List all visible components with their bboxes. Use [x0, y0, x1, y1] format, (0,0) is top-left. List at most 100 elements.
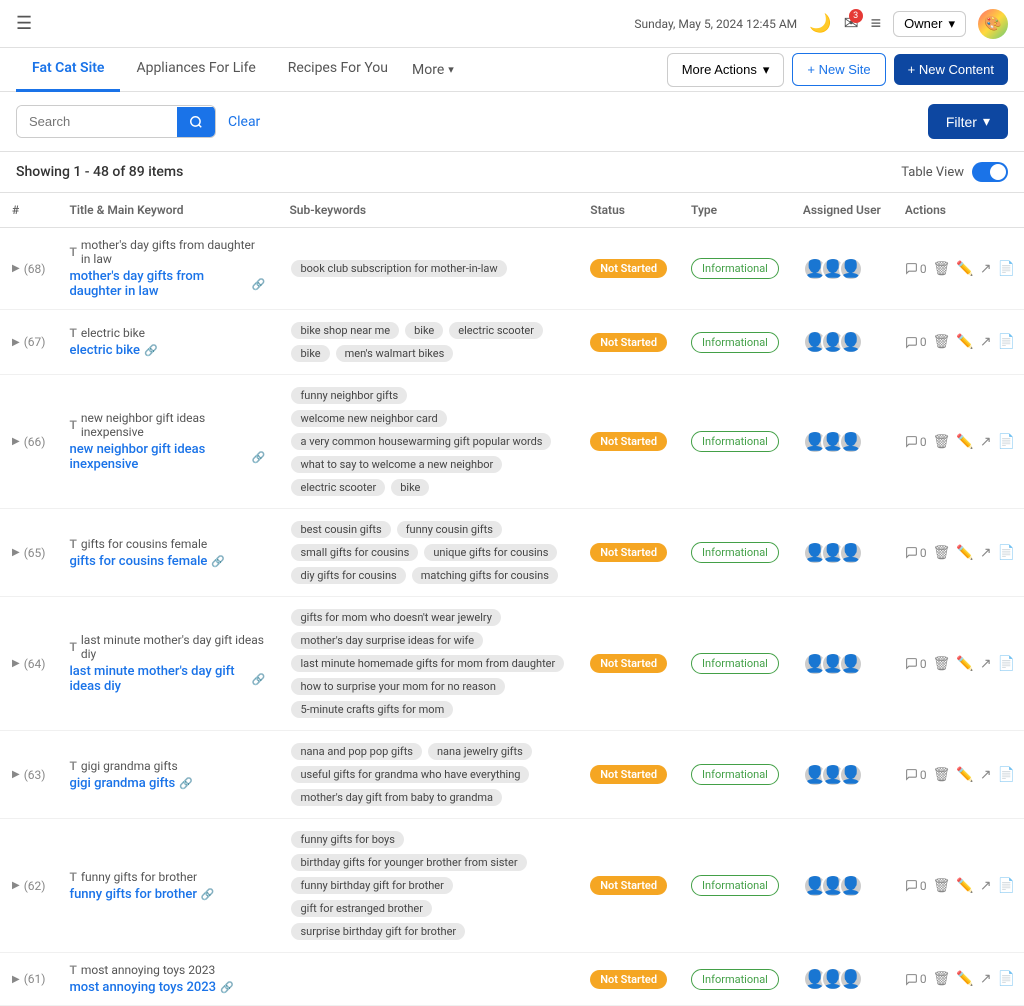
edit-icon[interactable]: ✏️ — [956, 971, 973, 987]
row-status-cell: Not Started — [578, 597, 679, 731]
expand-icon[interactable]: ▶ — [12, 658, 20, 669]
link-icon[interactable]: 🔗 — [252, 278, 266, 291]
delete-icon[interactable]: 🗑 — [933, 334, 951, 350]
expand-icon[interactable]: ▶ — [12, 547, 20, 558]
external-link-icon[interactable]: ↗ — [980, 261, 992, 277]
edit-icon[interactable]: ✏️ — [956, 656, 973, 672]
title-link[interactable]: electric bike 🔗 — [69, 343, 265, 358]
title-type-icon: T — [69, 537, 76, 551]
row-type-cell: Informational — [679, 228, 791, 310]
status-badge: Not Started — [590, 654, 667, 673]
edit-icon[interactable]: ✏️ — [956, 334, 973, 350]
title-link[interactable]: funny gifts for brother 🔗 — [69, 887, 265, 902]
tab-fat-cat-site[interactable]: Fat Cat Site — [16, 48, 120, 92]
keyword-tag: bike shop near me — [291, 322, 399, 339]
link-icon[interactable]: 🔗 — [252, 451, 266, 464]
hamburger-icon[interactable]: ☰ — [16, 13, 32, 34]
tab-appliances[interactable]: Appliances For Life — [120, 48, 271, 92]
delete-icon[interactable]: 🗑 — [933, 434, 951, 450]
row-type-cell: Informational — [679, 953, 791, 1006]
avatar[interactable]: 🎨 — [978, 9, 1008, 39]
col-type: Type — [679, 193, 791, 228]
document-icon[interactable]: 📄 — [998, 261, 1015, 277]
title-link[interactable]: most annoying toys 2023 🔗 — [69, 980, 265, 995]
title-link[interactable]: mother's day gifts from daughter in law … — [69, 269, 265, 299]
title-link[interactable]: gifts for cousins female 🔗 — [69, 554, 265, 569]
top-nav-right: Sunday, May 5, 2024 12:45 AM 🌙 ✉ 3 ≡ Own… — [634, 9, 1008, 39]
row-subkeywords-cell: gifts for mom who doesn't wear jewelrymo… — [277, 597, 578, 731]
document-icon[interactable]: 📄 — [998, 971, 1015, 987]
delete-icon[interactable]: 🗑 — [933, 971, 951, 987]
external-link-icon[interactable]: ↗ — [980, 434, 992, 450]
edit-icon[interactable]: ✏️ — [956, 434, 973, 450]
new-content-button[interactable]: + New Content — [894, 54, 1008, 85]
assigned-avatar-3: 👤 — [839, 652, 863, 676]
actions-group: 0 🗑 ✏️ ↗ 📄 — [905, 656, 1015, 672]
link-icon[interactable]: 🔗 — [252, 673, 266, 686]
owner-button[interactable]: Owner ▾ — [893, 11, 966, 37]
avatar-group: 👤 👤 👤 — [803, 967, 881, 991]
expand-icon[interactable]: ▶ — [12, 337, 20, 348]
external-link-icon[interactable]: ↗ — [980, 334, 992, 350]
document-icon[interactable]: 📄 — [998, 334, 1015, 350]
external-link-icon[interactable]: ↗ — [980, 545, 992, 561]
external-link-icon[interactable]: ↗ — [980, 767, 992, 783]
edit-icon[interactable]: ✏️ — [956, 767, 973, 783]
lines-icon[interactable]: ≡ — [871, 13, 882, 34]
table-view-toggle: Table View — [901, 162, 1008, 182]
edit-icon[interactable]: ✏️ — [956, 545, 973, 561]
table-view-switch[interactable] — [972, 162, 1008, 182]
delete-icon[interactable]: 🗑 — [933, 767, 951, 783]
table-row: ▶ (67) T electric bike electric bike 🔗 b… — [0, 310, 1024, 375]
title-link[interactable]: last minute mother's day gift ideas diy … — [69, 664, 265, 694]
expand-icon[interactable]: ▶ — [12, 263, 20, 274]
mail-icon[interactable]: ✉ 3 — [844, 13, 859, 34]
row-status-cell: Not Started — [578, 228, 679, 310]
title-link[interactable]: new neighbor gift ideas inexpensive 🔗 — [69, 442, 265, 472]
title-link[interactable]: gigi grandma gifts 🔗 — [69, 776, 265, 791]
edit-icon[interactable]: ✏️ — [956, 878, 973, 894]
link-icon[interactable]: 🔗 — [179, 777, 193, 790]
delete-icon[interactable]: 🗑 — [933, 545, 951, 561]
external-link-icon[interactable]: ↗ — [980, 971, 992, 987]
expand-icon[interactable]: ▶ — [12, 436, 20, 447]
expand-icon[interactable]: ▶ — [12, 769, 20, 780]
link-icon[interactable]: 🔗 — [201, 888, 215, 901]
link-icon[interactable]: 🔗 — [211, 555, 225, 568]
delete-icon[interactable]: 🗑 — [933, 878, 951, 894]
title-text: funny gifts for brother — [81, 870, 197, 884]
search-input[interactable] — [17, 106, 177, 137]
expand-icon[interactable]: ▶ — [12, 974, 20, 985]
external-link-icon[interactable]: ↗ — [980, 656, 992, 672]
new-site-button[interactable]: + New Site — [792, 53, 885, 86]
top-nav-left: ☰ — [16, 13, 32, 34]
link-icon[interactable]: 🔗 — [220, 981, 234, 994]
document-icon[interactable]: 📄 — [998, 767, 1015, 783]
row-assigned-cell: 👤 👤 👤 — [791, 597, 893, 731]
moon-icon[interactable]: 🌙 — [809, 13, 831, 34]
external-link-icon[interactable]: ↗ — [980, 878, 992, 894]
filter-button[interactable]: Filter ▾ — [928, 104, 1008, 139]
expand-icon[interactable]: ▶ — [12, 880, 20, 891]
delete-icon[interactable]: 🗑 — [933, 656, 951, 672]
edit-icon[interactable]: ✏️ — [956, 261, 973, 277]
search-button[interactable] — [177, 107, 215, 137]
document-icon[interactable]: 📄 — [998, 434, 1015, 450]
search-icon — [189, 115, 203, 129]
row-actions-cell: 0 🗑 ✏️ ↗ 📄 — [893, 310, 1024, 375]
more-actions-button[interactable]: More Actions ▾ — [667, 53, 785, 87]
user-icon: 👤 — [840, 258, 862, 279]
delete-icon[interactable]: 🗑 — [933, 261, 951, 277]
clear-button[interactable]: Clear — [228, 114, 260, 130]
document-icon[interactable]: 📄 — [998, 545, 1015, 561]
link-icon[interactable]: 🔗 — [144, 344, 158, 357]
tab-recipes[interactable]: Recipes For You — [272, 48, 404, 92]
document-icon[interactable]: 📄 — [998, 878, 1015, 894]
document-icon[interactable]: 📄 — [998, 656, 1015, 672]
comment-icon — [905, 657, 918, 670]
actions-group: 0 🗑 ✏️ ↗ 📄 — [905, 767, 1015, 783]
comment-count: 0 — [905, 262, 927, 276]
type-badge: Informational — [691, 653, 779, 674]
more-menu-button[interactable]: More ▾ — [404, 48, 462, 92]
avatar-group: 👤 👤 👤 — [803, 874, 881, 898]
